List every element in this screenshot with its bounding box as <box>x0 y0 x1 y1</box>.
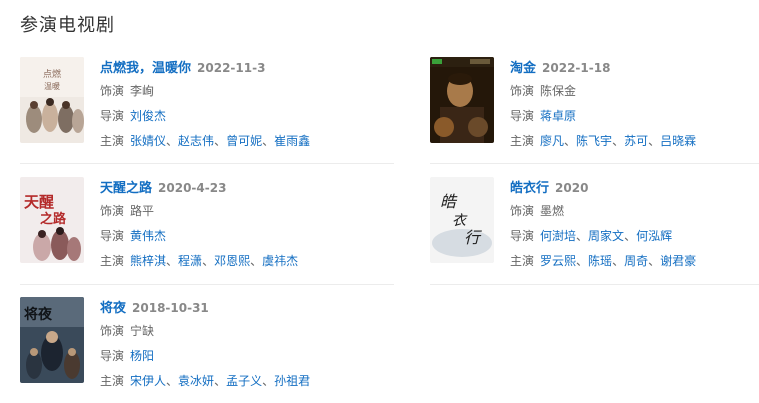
role-label: 饰演 <box>100 204 125 218</box>
work-card: 淘金 2022-1-18 饰演 陈保金 导演 蒋卓原 主演 廖凡、陈飞宇、苏可、吕晓霖 <box>430 57 759 148</box>
svg-text:之路: 之路 <box>40 211 67 227</box>
poster-image[interactable]: 皓 衣 行 <box>430 177 494 263</box>
role-label: 饰演 <box>100 84 125 98</box>
role-name: 路平 <box>130 204 155 218</box>
svg-text:温暖: 温暖 <box>44 82 60 91</box>
cast-link[interactable]: 陈瑶 <box>588 254 612 268</box>
divider <box>430 284 759 285</box>
svg-text:天醒: 天醒 <box>24 193 54 211</box>
director-link[interactable]: 何泓辉 <box>636 229 672 243</box>
poster-image[interactable]: 天醒 之路 <box>20 177 84 263</box>
work-title-link[interactable]: 点燃我，温暖你 <box>100 61 191 76</box>
cast-link[interactable]: 宋伊人 <box>130 374 166 388</box>
cast-link[interactable]: 熊梓淇 <box>130 254 166 268</box>
role-label: 饰演 <box>510 84 535 98</box>
svg-text:行: 行 <box>464 228 482 247</box>
director-link[interactable]: 周家文 <box>588 229 624 243</box>
work-date: 2020-4-23 <box>158 181 227 195</box>
cast-link[interactable]: 苏可 <box>624 134 648 148</box>
cast-link[interactable]: 程潇 <box>178 254 202 268</box>
cast-link[interactable]: 孟子义 <box>226 374 262 388</box>
cast-link[interactable]: 邓恩熙 <box>214 254 250 268</box>
svg-text:皓: 皓 <box>440 192 458 211</box>
cast-link[interactable]: 谢君豪 <box>660 254 696 268</box>
divider <box>430 163 759 164</box>
work-title-link[interactable]: 天醒之路 <box>100 181 152 196</box>
cast-label: 主演 <box>510 134 535 148</box>
work-card: 将夜 将夜 2018-10-31 饰演 宁缺 导演 杨阳 主演 宋伊人、袁冰妍、孟子义、… <box>20 297 350 388</box>
work-date: 2022-1-18 <box>542 61 611 75</box>
director-label: 导演 <box>100 229 125 243</box>
svg-text:衣: 衣 <box>452 213 468 229</box>
work-date: 2020 <box>555 181 589 195</box>
work-title-link[interactable]: 将夜 <box>100 301 126 316</box>
poster-image[interactable] <box>430 57 494 143</box>
work-date: 2022-11-3 <box>197 61 266 75</box>
director-link[interactable]: 黄伟杰 <box>130 229 166 243</box>
director-label: 导演 <box>100 109 125 123</box>
work-title-link[interactable]: 皓衣行 <box>510 181 549 196</box>
director-label: 导演 <box>510 229 535 243</box>
cast-link[interactable]: 周奇 <box>624 254 648 268</box>
work-date: 2018-10-31 <box>132 301 209 315</box>
director-link[interactable]: 蒋卓原 <box>540 109 576 123</box>
cast-link[interactable]: 虞祎杰 <box>262 254 298 268</box>
divider <box>20 284 394 285</box>
svg-text:点燃: 点燃 <box>43 68 61 80</box>
cast-link[interactable]: 廖凡 <box>540 134 564 148</box>
work-card: 点燃 温暖 点燃我，温暖你 2022-11-3 饰演 李峋 导演 刘俊杰 主演 张婧仪、… <box>20 57 350 148</box>
work-card: 天醒 之路 天醒之路 2020-4-23 饰演 路平 导演 黄伟杰 主演 熊梓淇、程潇、… <box>20 177 350 268</box>
svg-text:将夜: 将夜 <box>24 306 53 323</box>
work-title-link[interactable]: 淘金 <box>510 61 536 76</box>
cast-link[interactable]: 崔雨鑫 <box>274 134 310 148</box>
cast-label: 主演 <box>510 254 535 268</box>
role-name: 李峋 <box>130 84 155 98</box>
poster-image[interactable]: 点燃 温暖 <box>20 57 84 143</box>
director-link[interactable]: 何澍培 <box>540 229 576 243</box>
cast-link[interactable]: 孙祖君 <box>274 374 310 388</box>
cast-link[interactable]: 曾可妮 <box>226 134 262 148</box>
role-name: 墨燃 <box>540 204 565 218</box>
cast-link[interactable]: 罗云熙 <box>540 254 576 268</box>
cast-link[interactable]: 陈飞宇 <box>576 134 612 148</box>
poster-image[interactable]: 将夜 <box>20 297 84 383</box>
cast-label: 主演 <box>100 374 125 388</box>
director-label: 导演 <box>100 349 125 363</box>
cast-link[interactable]: 张婧仪 <box>130 134 166 148</box>
role-name: 陈保金 <box>540 84 577 98</box>
role-name: 宁缺 <box>130 324 155 338</box>
section-title: 参演电视剧 <box>20 15 115 36</box>
cast-label: 主演 <box>100 254 125 268</box>
cast-link[interactable]: 吕晓霖 <box>660 134 696 148</box>
director-label: 导演 <box>510 109 535 123</box>
director-link[interactable]: 刘俊杰 <box>130 109 166 123</box>
work-card: 皓 衣 行 皓衣行 2020 饰演 墨燃 导演 何澍培、周家文、何泓辉 主演 罗云熙、陈… <box>430 177 759 268</box>
role-label: 饰演 <box>100 324 125 338</box>
role-label: 饰演 <box>510 204 535 218</box>
divider <box>20 163 394 164</box>
cast-label: 主演 <box>100 134 125 148</box>
cast-link[interactable]: 袁冰妍 <box>178 374 214 388</box>
cast-link[interactable]: 赵志伟 <box>178 134 214 148</box>
director-link[interactable]: 杨阳 <box>130 349 154 363</box>
